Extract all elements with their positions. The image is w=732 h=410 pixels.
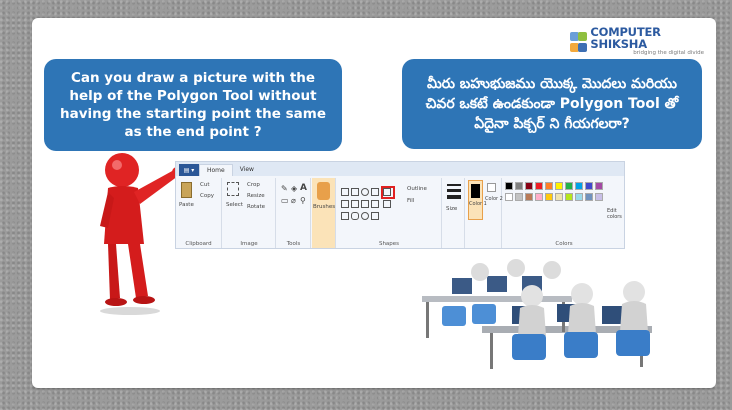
palette-swatch[interactable] [535, 193, 543, 201]
tools-group: ✎ ◈ A ▭ ⌀ ⚲ Tools [277, 178, 311, 248]
clipboard-group-label: Clipboard [185, 241, 212, 247]
palette-swatch[interactable] [565, 193, 573, 201]
copy-button[interactable]: Copy [200, 193, 214, 199]
question-english-text: Can you draw a picture with the help of … [60, 70, 326, 140]
palette-swatch[interactable] [525, 193, 533, 201]
image-group-label: Image [240, 241, 258, 247]
palette-swatch[interactable] [595, 193, 603, 201]
outline-dropdown[interactable]: Outline [407, 186, 427, 192]
diamond-shape-icon[interactable] [351, 200, 359, 208]
paste-button[interactable]: Paste [179, 202, 194, 208]
select-icon[interactable] [227, 182, 239, 196]
shapes-group-label: Shapes [378, 241, 400, 247]
palette-swatch[interactable] [585, 193, 593, 201]
palette-swatch[interactable] [505, 193, 513, 201]
palette-swatch[interactable] [575, 193, 583, 201]
size-group: Size [443, 178, 465, 248]
color1-button[interactable]: Color 1 [468, 180, 487, 220]
tools-group-label: Tools [286, 241, 301, 247]
pentagon-shape-icon[interactable] [361, 200, 369, 208]
star-shape-icon[interactable] [341, 212, 349, 220]
palette-swatch[interactable] [585, 182, 593, 190]
palette-swatch[interactable] [515, 193, 523, 201]
color-selectors: Color 1 Color 2 [466, 178, 503, 248]
question-telugu: మీరు బహుభుజము యొక్క మొదలు మరియు చివర ఒకట… [402, 59, 702, 149]
text-icon[interactable]: A [300, 183, 307, 193]
line-shape-icon[interactable] [341, 188, 349, 196]
palette-swatch[interactable] [515, 182, 523, 190]
ribbon-tabs: ▤ ▾ Home View [176, 162, 624, 176]
fill-icon[interactable]: ◈ [291, 184, 297, 193]
pencil-icon[interactable]: ✎ [281, 184, 288, 193]
curve-shape-icon[interactable] [351, 188, 359, 196]
file-menu-button[interactable]: ▤ ▾ [179, 164, 199, 176]
palette-swatch[interactable] [555, 182, 563, 190]
fill-dropdown[interactable]: Fill [407, 198, 414, 204]
color2-button[interactable]: Color 2 [485, 180, 503, 220]
slide: COMPUTER SHIKSHA bridging the digital di… [32, 18, 716, 388]
palette-swatch[interactable] [555, 193, 563, 201]
palette-swatch[interactable] [595, 182, 603, 190]
paste-icon[interactable] [181, 182, 192, 198]
palette-swatch[interactable] [505, 182, 513, 190]
palette-swatch[interactable] [565, 182, 573, 190]
oval-shape-icon[interactable] [361, 188, 369, 196]
lightning-shape-icon[interactable] [371, 212, 379, 220]
edit-colors-button[interactable]: Edit colors [607, 208, 623, 220]
color2-label: Color 2 [485, 196, 503, 202]
brush-icon [317, 182, 330, 200]
brushes-group[interactable]: Brushes [312, 178, 336, 248]
palette-swatch[interactable] [525, 182, 533, 190]
logo-name: COMPUTER SHIKSHA [590, 25, 661, 51]
arrow-shape-icon[interactable] [383, 200, 391, 208]
rotate-button[interactable]: Rotate [247, 204, 265, 210]
palette-swatch[interactable] [575, 182, 583, 190]
shapes-group: Outline Fill Shapes [337, 178, 442, 248]
palette-swatch[interactable] [545, 182, 553, 190]
palette-swatch[interactable] [545, 193, 553, 201]
clipboard-group: Paste Cut Copy Clipboard [176, 178, 222, 248]
image-group: Select Crop Resize Rotate Image [223, 178, 276, 248]
logo-mark-icon [570, 32, 588, 52]
rectangle-shape-icon[interactable] [371, 188, 379, 196]
colors-group-label: Colors [555, 241, 573, 247]
cut-button[interactable]: Cut [200, 182, 209, 188]
paint-ribbon: ▤ ▾ Home View Paste Cut Copy Clipboard S… [175, 161, 625, 249]
callout-shape-icon[interactable] [351, 212, 359, 220]
palette-swatch[interactable] [535, 182, 543, 190]
tab-view[interactable]: View [233, 164, 261, 176]
computer-shiksha-logo: COMPUTER SHIKSHA bridging the digital di… [570, 25, 704, 57]
question-telugu-text: మీరు బహుభుజము యొక్క మొదలు మరియు చివర ఒకట… [425, 76, 679, 132]
computer-lab-illustration [422, 259, 652, 369]
brushes-button[interactable]: Brushes [313, 204, 335, 210]
tab-home[interactable]: Home [199, 164, 233, 176]
size-button[interactable]: Size [446, 206, 457, 212]
logo-tagline: bridging the digital divide [633, 50, 704, 57]
eraser-icon[interactable]: ▭ [281, 196, 289, 205]
magnifier-icon[interactable]: ⚲ [300, 196, 306, 205]
resize-button[interactable]: Resize [247, 193, 265, 199]
hexagon-shape-icon[interactable] [371, 200, 379, 208]
color-picker-icon[interactable]: ⌀ [291, 196, 296, 205]
select-button[interactable]: Select [226, 202, 243, 208]
crop-button[interactable]: Crop [247, 182, 260, 188]
polygon-tool-highlight [381, 186, 395, 199]
color-palette: Edit colors Colors [503, 178, 625, 248]
heart-shape-icon[interactable] [361, 212, 369, 220]
question-english: Can you draw a picture with the help of … [44, 59, 342, 151]
triangle-shape-icon[interactable] [341, 200, 349, 208]
